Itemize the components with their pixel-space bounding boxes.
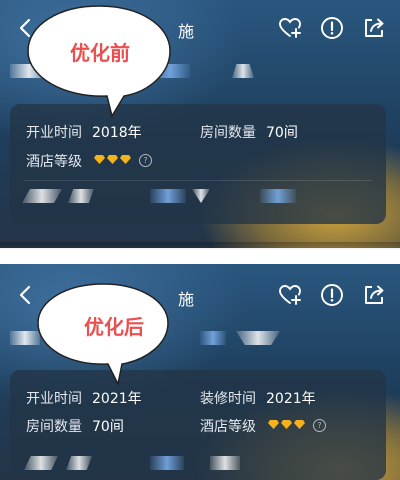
hotel-grade-diamonds xyxy=(94,155,131,164)
info-icon[interactable] xyxy=(320,16,344,40)
blurred-facilities xyxy=(10,456,386,470)
hotel-info-card: 开业时间 2018年 房间数量 70间 酒店等级 ? xyxy=(10,104,386,224)
diamond-icon xyxy=(281,420,292,429)
help-icon[interactable]: ? xyxy=(313,419,326,432)
rooms-value: 70间 xyxy=(92,419,124,435)
share-icon[interactable] xyxy=(362,16,386,40)
after-label: 优化后 xyxy=(84,315,144,339)
panel-separator xyxy=(0,248,400,264)
share-icon[interactable] xyxy=(362,283,386,307)
diamond-icon xyxy=(94,155,105,164)
rooms-label: 房间数量 xyxy=(26,419,82,435)
heart-plus-icon[interactable] xyxy=(278,16,302,40)
diamond-icon xyxy=(107,155,118,164)
card-divider xyxy=(24,180,372,181)
help-icon[interactable]: ? xyxy=(139,154,152,167)
panel-separator-shadow xyxy=(0,242,400,250)
hotel-grade-label: 酒店等级 xyxy=(26,154,82,170)
rooms-label: 房间数量 xyxy=(200,125,256,141)
before-panel: 施 开业时间 2018年 房间数量 70间 酒店等级 ? 优化前 xyxy=(0,0,400,248)
diamond-icon xyxy=(268,420,279,429)
opening-time-label: 开业时间 xyxy=(26,391,82,407)
renovation-time-label: 装修时间 xyxy=(200,391,256,407)
hotel-grade-label: 酒店等级 xyxy=(200,419,256,435)
before-label: 优化前 xyxy=(70,41,130,65)
info-icon[interactable] xyxy=(320,283,344,307)
diamond-icon xyxy=(294,420,305,429)
hotel-name-fragment: 施 xyxy=(178,290,195,309)
opening-time-value: 2021年 xyxy=(92,391,142,407)
blurred-facilities xyxy=(10,189,386,203)
heart-plus-icon[interactable] xyxy=(278,283,302,307)
rooms-value: 70间 xyxy=(266,125,298,141)
opening-time-value: 2018年 xyxy=(92,125,142,141)
renovation-time-value: 2021年 xyxy=(266,391,316,407)
diamond-icon xyxy=(120,155,131,164)
hotel-name-fragment: 施 xyxy=(178,22,195,41)
opening-time-label: 开业时间 xyxy=(26,125,82,141)
hotel-grade-diamonds xyxy=(268,420,305,429)
after-panel: 施 开业时间 2021年 装修时间 2021年 房间数量 70间 酒店等级 ? xyxy=(0,264,400,480)
